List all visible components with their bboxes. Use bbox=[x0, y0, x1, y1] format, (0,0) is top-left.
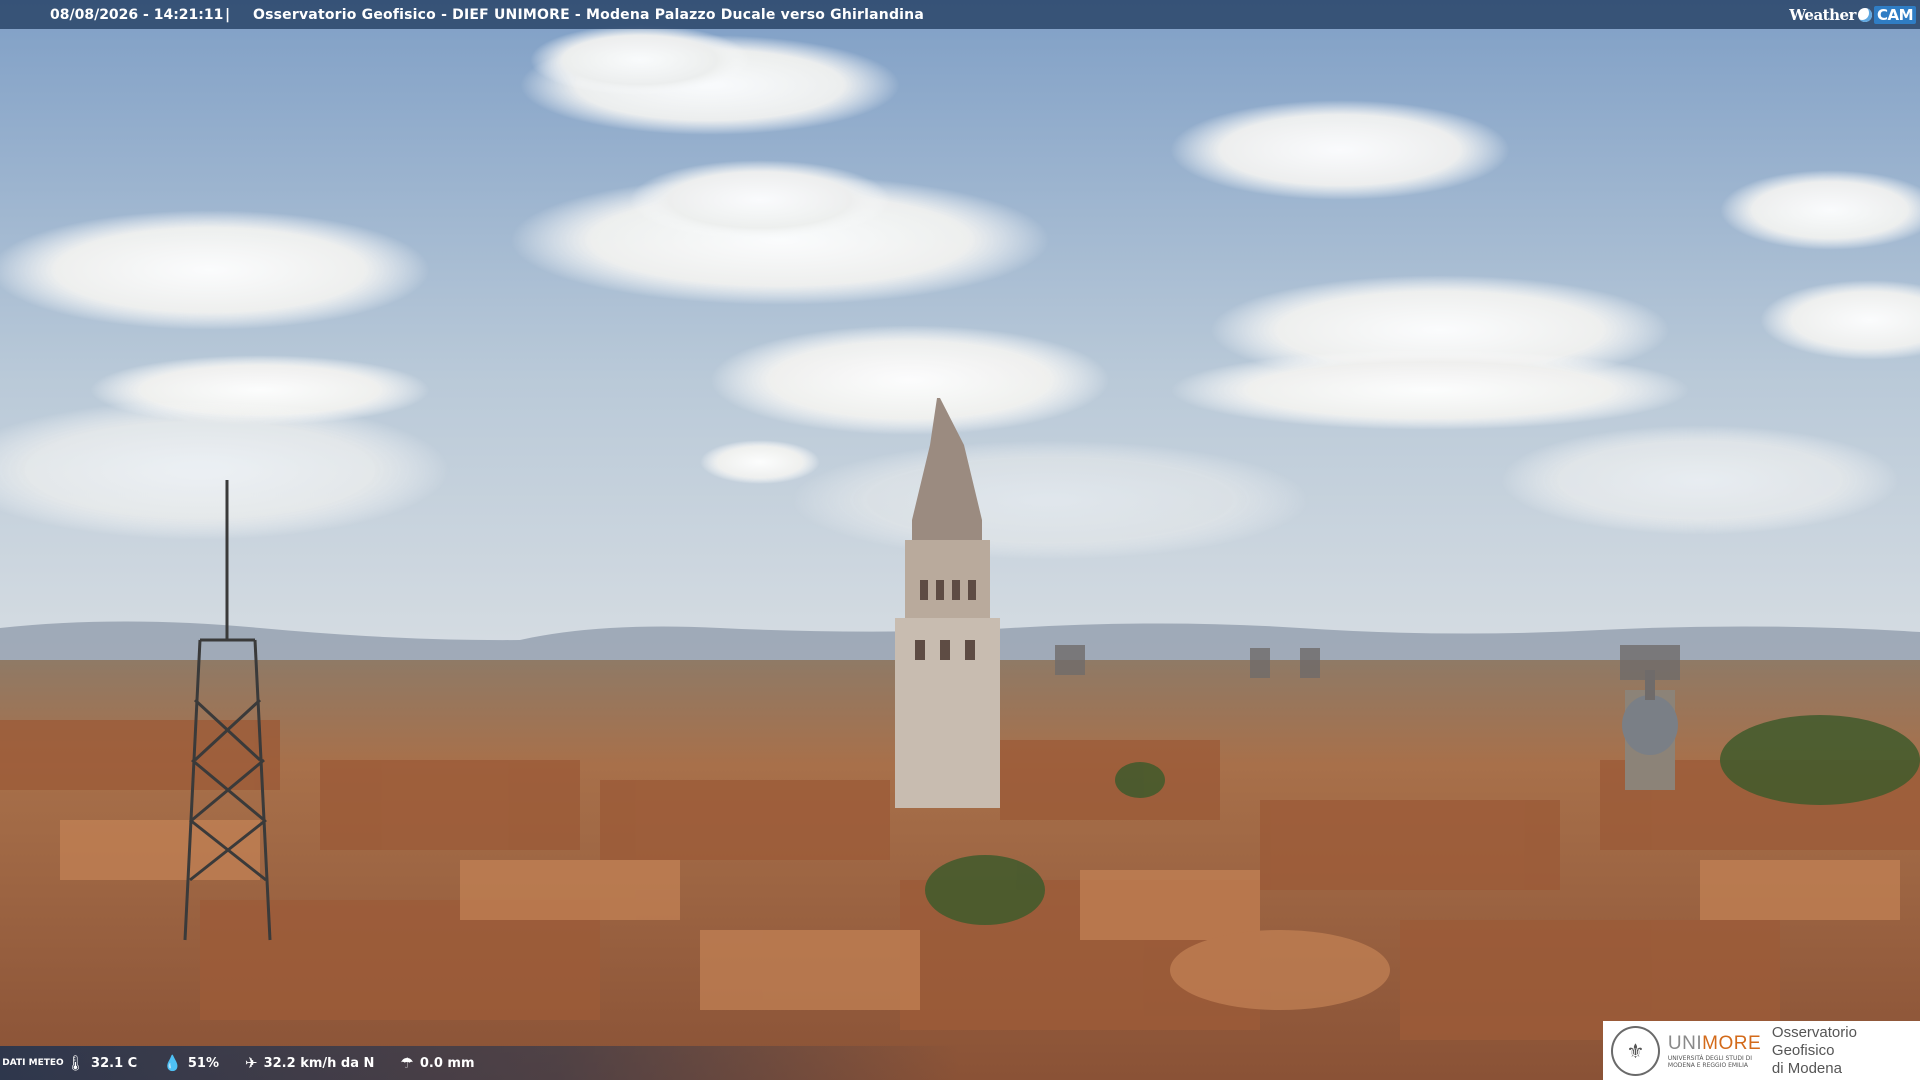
webcam-image bbox=[0, 0, 1920, 1080]
weathercam-logo-icon: Weather CAM bbox=[1789, 3, 1916, 26]
unimore-logo: ⚜ UNIMORE UNIVERSITÀ DEGLI STUDI DI MODE… bbox=[1603, 1021, 1920, 1080]
uni-prefix: UNI bbox=[1667, 1032, 1703, 1054]
camera-title-bar: 08/08/2026 - 14:21:11 | Osservatorio Geo… bbox=[0, 0, 1920, 29]
thermometer-icon: 🌡 bbox=[66, 1054, 86, 1072]
weathercam-brand-weather: Weather bbox=[1789, 5, 1856, 24]
uni-suffix: MORE bbox=[1702, 1032, 1762, 1054]
camera-title: Osservatorio Geofisico - DIEF UNIMORE - … bbox=[253, 6, 924, 23]
rain-icon: ☂ bbox=[400, 1054, 414, 1072]
rain-value: 0.0 mm bbox=[419, 1055, 475, 1071]
wind-reading: ✈ 32.2 km/h da N bbox=[245, 1054, 374, 1072]
wind-value: 32.2 km/h da N bbox=[263, 1055, 375, 1071]
weather-data-bar: DATI METEO 🌡 32.1 C 💧 51% ✈ 32.2 km/h da… bbox=[0, 1046, 1600, 1080]
observatory-line-1: Osservatorio Geofisico bbox=[1771, 1023, 1857, 1059]
temperature-value: 32.1 C bbox=[91, 1055, 138, 1071]
humidity-icon: 💧 bbox=[163, 1054, 182, 1072]
unimore-wordmark: UNIMORE UNIVERSITÀ DEGLI STUDI DI MODENA… bbox=[1667, 1032, 1762, 1069]
temperature-reading: 🌡 32.1 C bbox=[66, 1054, 137, 1072]
humidity-value: 51% bbox=[187, 1055, 220, 1071]
uni-subtitle: UNIVERSITÀ DEGLI STUDI DI MODENA E REGGI… bbox=[1667, 1054, 1753, 1069]
rain-reading: ☂ 0.0 mm bbox=[400, 1054, 474, 1072]
observatory-line-2: di Modena bbox=[1771, 1059, 1842, 1077]
humidity-reading: 💧 51% bbox=[163, 1054, 219, 1072]
dati-meteo-label: DATI METEO bbox=[2, 1057, 64, 1068]
observatory-name: Osservatorio Geofisico di Modena bbox=[1772, 1024, 1920, 1078]
weathercam-brand-cam: CAM bbox=[1873, 5, 1916, 24]
timestamp: 08/08/2026 - 14:21:11 bbox=[50, 6, 224, 23]
weathercam-globe-icon bbox=[1857, 7, 1872, 22]
title-separator: | bbox=[225, 6, 231, 23]
unimore-seal-icon: ⚜ bbox=[1611, 1025, 1660, 1076]
wind-icon: ✈ bbox=[245, 1054, 258, 1072]
